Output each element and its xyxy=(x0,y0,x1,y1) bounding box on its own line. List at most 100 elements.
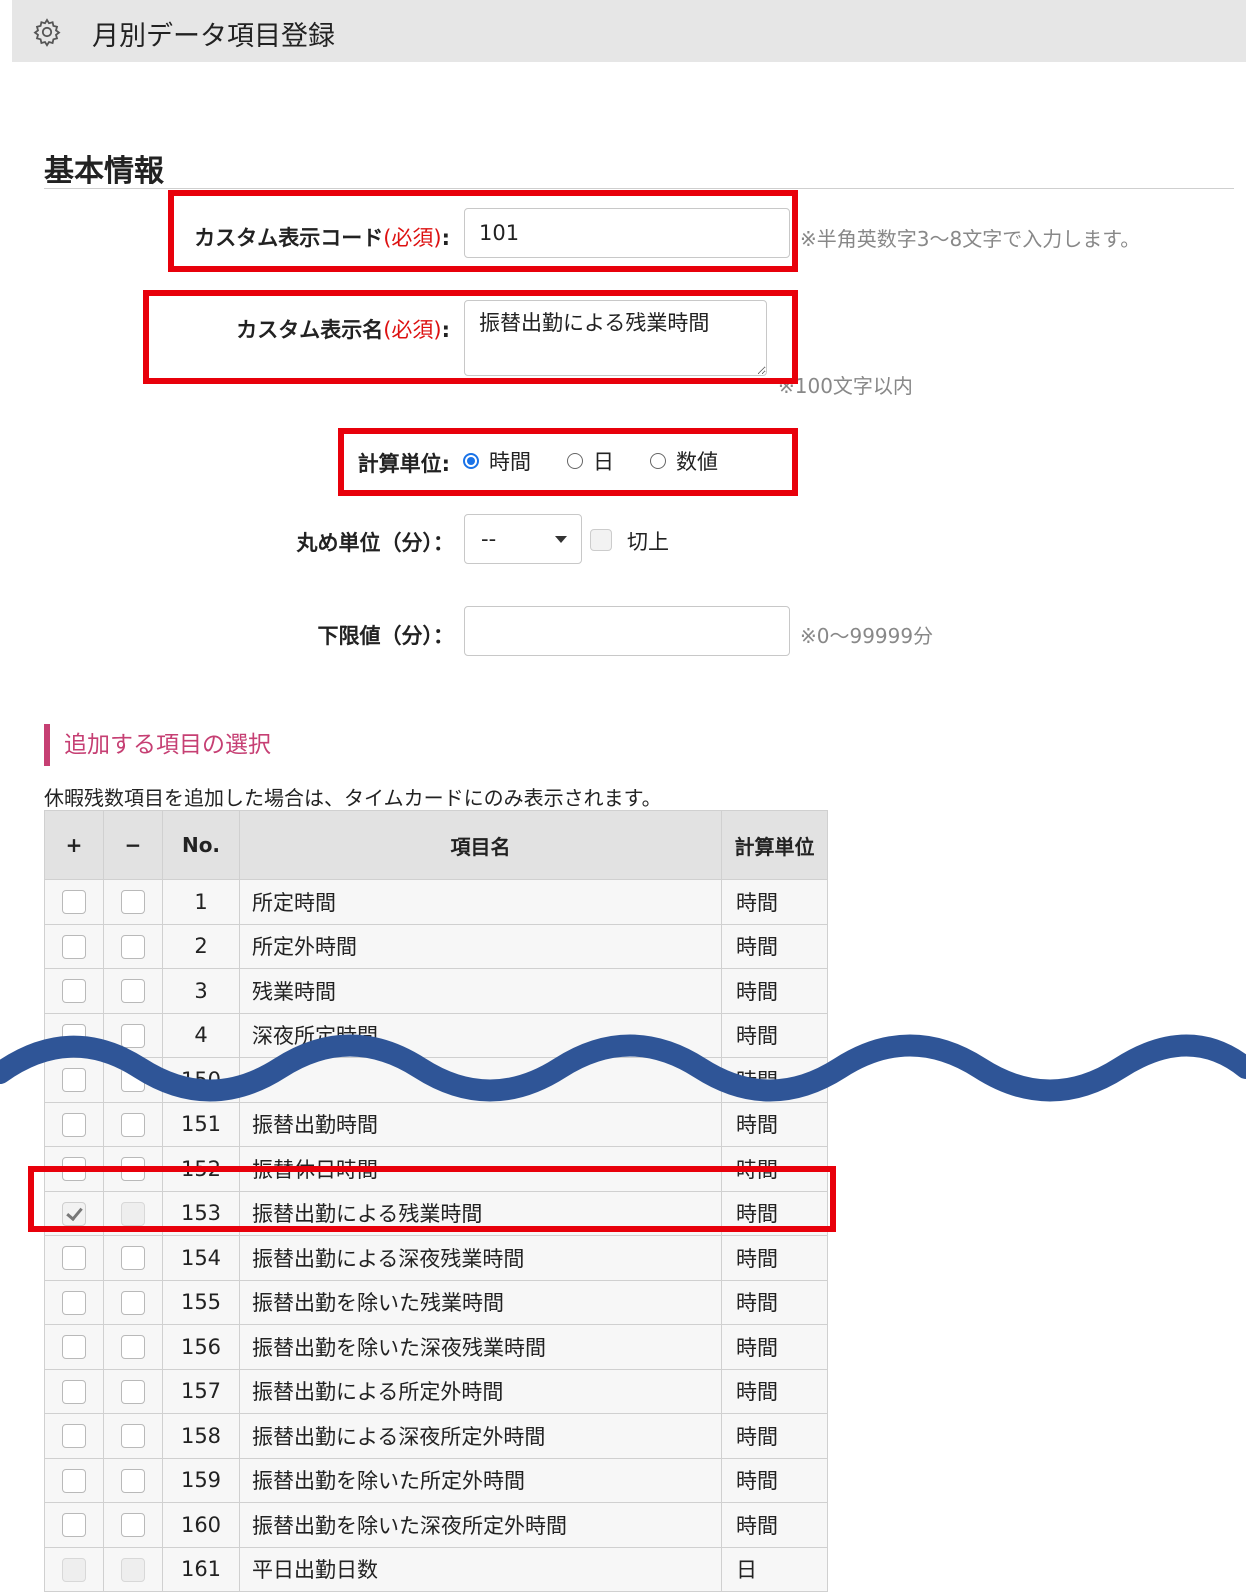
table-row: 156 振替出勤を除いた深夜残業時間 時間 xyxy=(44,1324,828,1370)
radio-hours-label: 時間 xyxy=(489,450,531,474)
items-table: + − No. 項目名 計算単位 1 所定時間 時間 2 所定外時間 時間 3 … xyxy=(44,810,828,1592)
radio-days-button[interactable] xyxy=(567,453,583,469)
remove-checkbox[interactable] xyxy=(121,1335,145,1360)
row-unit: 時間 xyxy=(721,968,828,1014)
row-unit: 時間 xyxy=(721,1190,828,1236)
round-up-label: 切上 xyxy=(627,530,669,554)
add-checkbox[interactable] xyxy=(62,979,86,1004)
remove-checkbox-disabled xyxy=(121,1557,145,1582)
table-row: 2 所定外時間 時間 xyxy=(44,923,828,969)
row-unit: 時間 xyxy=(721,1279,828,1325)
remove-checkbox[interactable] xyxy=(121,1513,145,1538)
table-row: 3 残業時間 時間 xyxy=(44,968,828,1014)
row-unit: 時間 xyxy=(721,1324,828,1370)
calc-unit-label: 計算単位: xyxy=(357,452,450,476)
row-item-name: 振替休日時間 xyxy=(239,1146,722,1192)
row-item-name: 振替出勤による深夜所定外時間 xyxy=(239,1413,722,1459)
remove-checkbox[interactable] xyxy=(121,934,145,959)
row-no: 158 xyxy=(162,1413,240,1459)
code-note: ※半角英数字3～8文字で入力します。 xyxy=(800,227,1141,251)
row-item-name: 所定外時間 xyxy=(239,923,722,969)
row-item-name: 振替出勤を除いた深夜残業時間 xyxy=(239,1324,722,1370)
add-checkbox[interactable] xyxy=(62,1468,86,1493)
calc-unit-radio-group: 時間 日 数値 xyxy=(463,447,754,475)
row-unit: 時間 xyxy=(721,1502,828,1548)
code-input[interactable] xyxy=(464,208,790,258)
row-unit: 時間 xyxy=(721,1101,828,1147)
add-checkbox[interactable] xyxy=(62,890,86,915)
row-item-name: 平日出勤日数 xyxy=(239,1546,722,1592)
radio-number[interactable]: 数値 xyxy=(650,446,718,476)
remove-checkbox[interactable] xyxy=(121,1424,145,1449)
radio-days[interactable]: 日 xyxy=(567,446,614,476)
table-row: 157 振替出勤による所定外時間 時間 xyxy=(44,1368,828,1414)
row-unit: 時間 xyxy=(721,1368,828,1414)
row-unit: 時間 xyxy=(721,879,828,925)
remove-checkbox[interactable] xyxy=(121,1112,145,1137)
table-row: 1 所定時間 時間 xyxy=(44,879,828,925)
table-row-selected: 153 振替出勤による残業時間 時間 xyxy=(44,1190,828,1236)
table-row: 159 振替出勤を除いた所定外時間 時間 xyxy=(44,1457,828,1503)
row-no: 2 xyxy=(162,923,240,969)
lower-limit-input[interactable] xyxy=(464,606,790,656)
add-checkbox-checked[interactable] xyxy=(62,1201,86,1226)
remove-checkbox[interactable] xyxy=(121,1290,145,1315)
add-checkbox[interactable] xyxy=(62,1424,86,1449)
remove-checkbox[interactable] xyxy=(121,1379,145,1404)
radio-hours-button[interactable] xyxy=(463,453,479,469)
remove-checkbox[interactable] xyxy=(121,1157,145,1182)
name-label: カスタム表示名(必須): xyxy=(236,318,450,342)
add-checkbox[interactable] xyxy=(62,934,86,959)
col-header-remove: − xyxy=(103,810,163,880)
subsection-description: 休暇残数項目を追加した場合は、タイムカードにのみ表示されます。 xyxy=(44,786,662,810)
row-no: 155 xyxy=(162,1279,240,1325)
row-no: 154 xyxy=(162,1235,240,1281)
table-row: 154 振替出勤による深夜残業時間 時間 xyxy=(44,1235,828,1281)
row-no: 157 xyxy=(162,1368,240,1414)
name-note: ※100文字以内 xyxy=(778,374,913,398)
row-unit: 時間 xyxy=(721,1457,828,1503)
add-checkbox[interactable] xyxy=(62,1290,86,1315)
name-textarea[interactable]: 振替出勤による残業時間 xyxy=(464,300,767,376)
row-item-name: 振替出勤時間 xyxy=(239,1101,722,1147)
radio-number-label: 数値 xyxy=(676,450,718,474)
rounding-select[interactable]: -- xyxy=(464,514,582,564)
table-row: 160 振替出勤を除いた深夜所定外時間 時間 xyxy=(44,1502,828,1548)
radio-hours[interactable]: 時間 xyxy=(463,446,531,476)
row-item-name: 残業時間 xyxy=(239,968,722,1014)
title-bar: 月別データ項目登録 xyxy=(12,0,1246,62)
row-item-name: 振替出勤による残業時間 xyxy=(239,1190,722,1236)
col-header-calc-unit: 計算単位 xyxy=(721,810,828,880)
row-no: 161 xyxy=(162,1546,240,1592)
row-item-name: 所定時間 xyxy=(239,879,722,925)
col-header-item-name: 項目名 xyxy=(239,810,722,880)
page-title: 月別データ項目登録 xyxy=(92,21,335,52)
remove-checkbox[interactable] xyxy=(121,1468,145,1493)
row-no: 1 xyxy=(162,879,240,925)
add-checkbox[interactable] xyxy=(62,1335,86,1360)
row-no: 3 xyxy=(162,968,240,1014)
add-checkbox[interactable] xyxy=(62,1246,86,1271)
add-checkbox[interactable] xyxy=(62,1379,86,1404)
section-divider xyxy=(44,188,1234,189)
row-unit: 時間 xyxy=(721,1146,828,1192)
remove-checkbox[interactable] xyxy=(121,979,145,1004)
rounding-select-value: -- xyxy=(481,527,497,551)
radio-number-button[interactable] xyxy=(650,453,666,469)
add-checkbox[interactable] xyxy=(62,1513,86,1538)
round-up-checkbox[interactable] xyxy=(590,529,612,551)
row-item-name: 振替出勤による深夜残業時間 xyxy=(239,1235,722,1281)
row-no: 151 xyxy=(162,1101,240,1147)
remove-checkbox[interactable] xyxy=(121,1246,145,1271)
col-header-no: No. xyxy=(162,810,240,880)
row-no: 153 xyxy=(162,1190,240,1236)
table-row: 152 振替休日時間 時間 xyxy=(44,1146,828,1192)
add-checkbox[interactable] xyxy=(62,1157,86,1182)
add-checkbox[interactable] xyxy=(62,1112,86,1137)
table-row: 151 振替出勤時間 時間 xyxy=(44,1101,828,1147)
row-no: 156 xyxy=(162,1324,240,1370)
row-no: 160 xyxy=(162,1502,240,1548)
lower-limit-note: ※0～99999分 xyxy=(800,624,934,648)
code-label: カスタム表示コード(必須): xyxy=(194,226,450,250)
remove-checkbox[interactable] xyxy=(121,890,145,915)
